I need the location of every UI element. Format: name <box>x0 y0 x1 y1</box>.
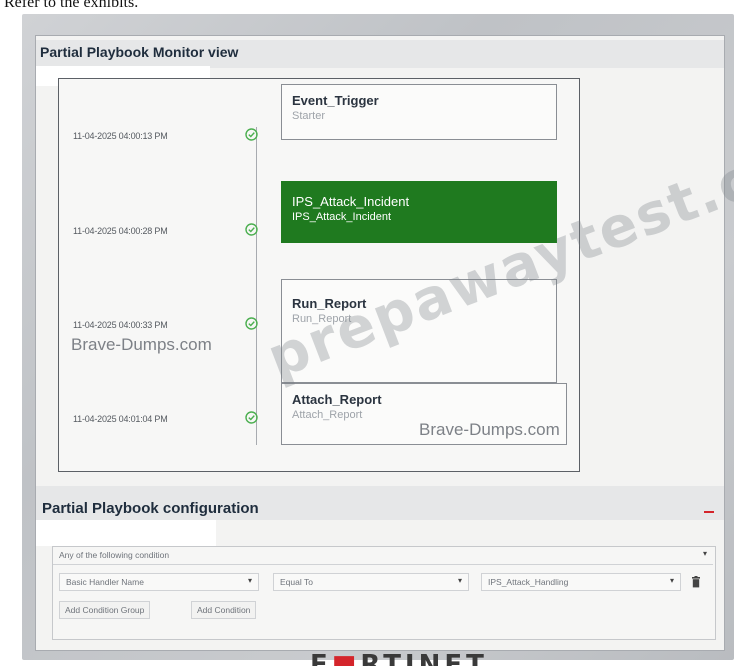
timeline-connector <box>256 127 257 445</box>
playbook-monitor-panel: 11-04-2025 04:00:13 PM Event_Trigger Sta… <box>58 78 734 472</box>
step-subtitle: Starter <box>292 110 326 122</box>
add-condition-button[interactable]: Add Condition <box>191 601 257 619</box>
chevron-down-icon: ▾ <box>702 549 707 558</box>
step-name: IPS_Attack_Incident <box>292 194 410 209</box>
condition-mode-label: Any of the following condition <box>59 550 170 560</box>
exhibit-photo: Partial Playbook Monitor view 11-04-2025… <box>22 14 734 660</box>
field-select[interactable]: Basic Handler Name ▾ <box>59 573 259 591</box>
watermark-brave-dumps: Brave-Dumps.com <box>71 335 212 354</box>
condition-group: Any of the following condition ▾ Basic H… <box>52 546 716 640</box>
condition-mode-select[interactable]: Any of the following condition ▾ <box>53 547 713 565</box>
fortinet-logo: F■RTINET <box>310 652 488 666</box>
step-timestamp: 11-04-2025 04:00:13 PM <box>73 131 168 141</box>
value-select[interactable]: IPS_Attack_Handling ▾ <box>481 573 681 591</box>
step-timestamp: 11-04-2025 04:00:28 PM <box>73 226 168 236</box>
step-node-event-trigger[interactable]: Event_Trigger Starter <box>281 84 557 140</box>
step-timestamp: 11-04-2025 04:01:04 PM <box>73 414 168 424</box>
step-name: Attach_Report <box>292 392 382 407</box>
value-text: IPS_Attack_Handling <box>488 577 569 587</box>
exhibit-caption: Refer to the exhibits. <box>4 0 139 11</box>
step-name: Event_Trigger <box>292 93 379 108</box>
monitor-title: Partial Playbook Monitor view <box>40 44 239 60</box>
watermark-brave-dumps: Brave-Dumps.com <box>419 420 560 439</box>
chevron-down-icon: ▾ <box>247 576 252 585</box>
trash-icon[interactable] <box>691 576 701 588</box>
redaction-block <box>36 520 216 546</box>
operator-select[interactable]: Equal To ▾ <box>273 573 469 591</box>
chevron-down-icon: ▾ <box>669 576 674 585</box>
step-timestamp: 11-04-2025 04:00:33 PM <box>73 320 168 330</box>
red-marker <box>704 511 714 513</box>
check-circle-icon <box>245 128 258 141</box>
check-circle-icon <box>245 411 258 424</box>
check-circle-icon <box>245 223 258 236</box>
step-subtitle: IPS_Attack_Incident <box>292 211 392 223</box>
playbook-sheet: Partial Playbook Monitor view 11-04-2025… <box>36 36 734 650</box>
config-title: Partial Playbook configuration <box>42 500 259 517</box>
chevron-down-icon: ▾ <box>457 576 462 585</box>
add-condition-group-button[interactable]: Add Condition Group <box>59 601 151 619</box>
check-circle-icon <box>245 317 258 330</box>
operator-value: Equal To <box>280 577 313 587</box>
field-value: Basic Handler Name <box>66 577 144 587</box>
